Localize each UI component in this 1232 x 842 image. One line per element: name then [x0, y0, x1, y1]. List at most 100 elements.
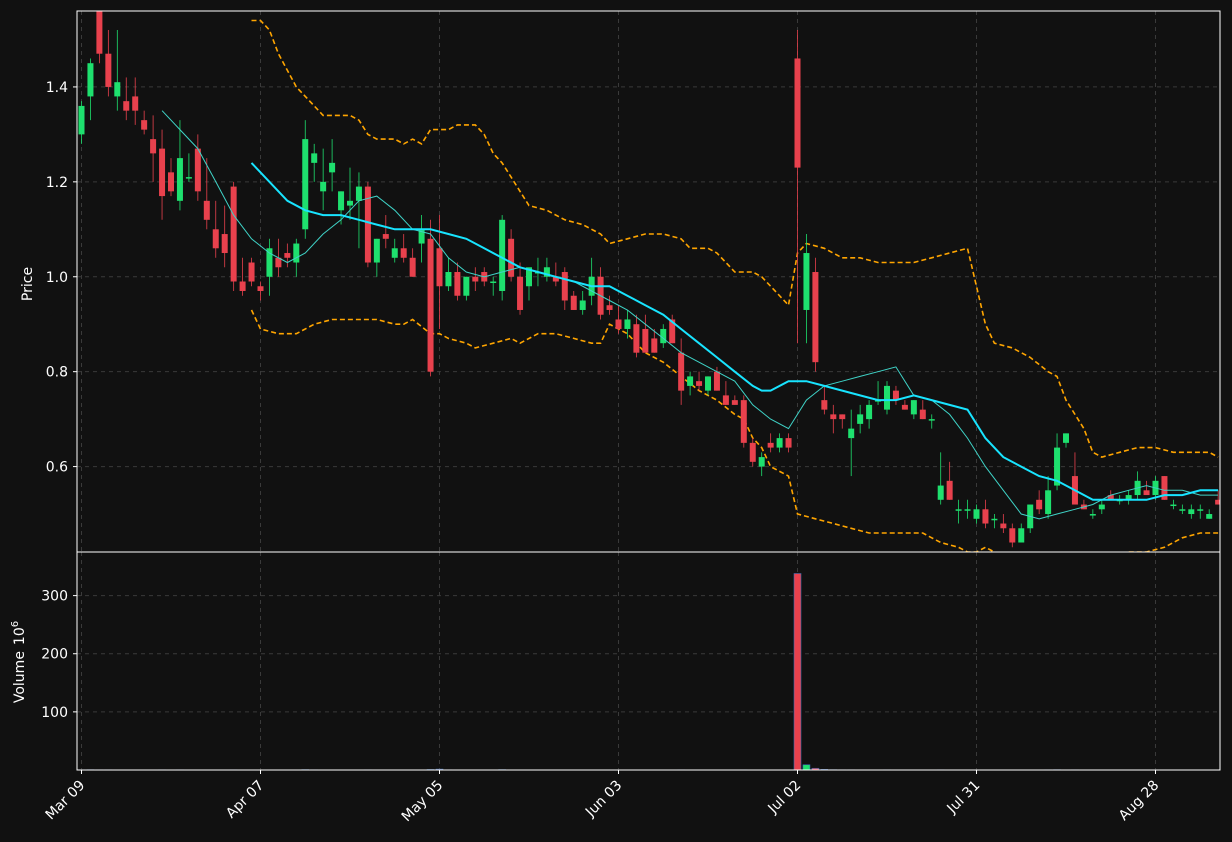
candle-body-up — [866, 404, 873, 420]
candle-body-up — [185, 177, 192, 179]
candle-body-down — [472, 276, 479, 282]
candle-body-up — [1197, 509, 1204, 511]
candle-body-down — [1009, 528, 1016, 543]
candle-body-down — [1143, 490, 1150, 496]
candle-body-up — [1045, 490, 1052, 515]
candle-body-down — [633, 324, 640, 353]
chart-background — [0, 0, 1232, 842]
candle-body-up — [624, 319, 631, 329]
price-tick-label: 1.4 — [46, 80, 68, 96]
candle-body-down — [785, 438, 792, 448]
candle-body-up — [87, 63, 94, 97]
candle-body-up — [78, 105, 85, 135]
candle-body-down — [230, 186, 237, 282]
candle-body-up — [776, 438, 783, 448]
candle-body-down — [159, 148, 166, 197]
candle-body-up — [1170, 504, 1177, 507]
candle-body-down — [794, 58, 801, 168]
price-axis-label: Price — [20, 267, 36, 301]
candle-body-up — [329, 162, 336, 173]
candle-body-down — [168, 172, 174, 192]
candle-body-down — [257, 286, 264, 291]
candle-body-down — [615, 319, 622, 329]
candle-body-down — [105, 53, 112, 87]
candle-body-down — [982, 509, 989, 524]
candle-body-up — [445, 272, 452, 287]
candle-body-down — [767, 442, 774, 448]
candle-body-up — [857, 414, 864, 424]
candle-body-up — [964, 509, 971, 511]
price-tick-label: 1.0 — [46, 270, 68, 286]
candle-body-up — [803, 253, 810, 310]
candle-body-up — [1098, 504, 1105, 510]
candle-body-down — [839, 414, 846, 420]
candle-body-down — [194, 148, 201, 192]
candle-body-down — [141, 120, 148, 130]
candle-body-down — [436, 248, 443, 287]
candle-body-down — [696, 381, 703, 386]
candle-body-up — [1179, 509, 1186, 511]
volume-axis-label-text: Volume — [12, 651, 28, 703]
candle-body-up — [928, 419, 935, 421]
candle-body-down — [740, 400, 747, 443]
candle-body-up — [302, 139, 309, 230]
volume-axis-label: Volume 106 — [10, 621, 28, 703]
volume-tick-label: 200 — [41, 647, 68, 663]
candle-body-up — [758, 457, 765, 467]
candle-body-down — [749, 442, 756, 462]
candle-body-up — [687, 376, 694, 386]
candle-body-down — [678, 352, 685, 391]
candle-body-down — [409, 257, 416, 277]
candle-body-down — [212, 229, 219, 249]
volume-bar — [802, 764, 811, 770]
candle-body-up — [391, 248, 398, 258]
candle-body-down — [132, 96, 139, 111]
candle-body-up — [991, 518, 998, 521]
volume-bar — [793, 573, 802, 770]
volume-axis-label-exponent-base: 10 — [12, 627, 28, 645]
candle-body-up — [579, 300, 586, 310]
volume-tick-label: 100 — [41, 705, 68, 721]
candle-body-down — [239, 281, 246, 291]
candle-body-down — [713, 371, 720, 391]
candle-body-down — [901, 404, 908, 410]
candle-body-up — [355, 186, 362, 201]
candle-body-down — [427, 238, 434, 372]
candle-body-down — [1036, 499, 1043, 510]
candle-body-down — [722, 395, 729, 405]
price-tick-label: 0.8 — [46, 365, 68, 381]
candle-body-up — [973, 509, 980, 519]
candle-body-down — [1000, 523, 1007, 529]
candle-body-down — [400, 248, 407, 258]
candle-body-up — [910, 400, 917, 415]
candle-body-down — [96, 11, 103, 54]
candle-body-up — [338, 191, 345, 211]
candle-body-up — [311, 153, 318, 163]
candle-body-down — [284, 253, 291, 258]
candle-body-up — [114, 82, 121, 97]
candle-body-up — [347, 200, 353, 206]
candle-body-up — [884, 385, 890, 410]
candle-body-up — [1206, 514, 1213, 519]
candle-body-up — [499, 219, 506, 291]
candle-body-down — [642, 328, 649, 353]
candle-body-up — [176, 158, 183, 201]
candle-body-down — [919, 409, 926, 420]
volume-axis-label-exponent: 6 — [10, 621, 21, 627]
candle-body-down — [221, 234, 228, 254]
volume-tick-label: 300 — [41, 589, 68, 605]
price-tick-label: 1.2 — [46, 175, 68, 191]
candle-body-down — [570, 295, 577, 310]
candle-body-up — [1188, 509, 1195, 515]
candle-body-down — [454, 272, 461, 296]
candle-body-down — [651, 338, 658, 353]
candle-body-down — [812, 272, 819, 363]
candle-body-up — [848, 428, 855, 439]
candle-body-up — [705, 376, 711, 391]
candle-body-down — [248, 262, 255, 282]
candle-body-down — [946, 480, 953, 500]
candle-body-up — [1018, 528, 1025, 543]
candle-body-down — [821, 400, 828, 410]
candle-body-up — [937, 485, 944, 500]
candle-body-down — [150, 139, 157, 154]
